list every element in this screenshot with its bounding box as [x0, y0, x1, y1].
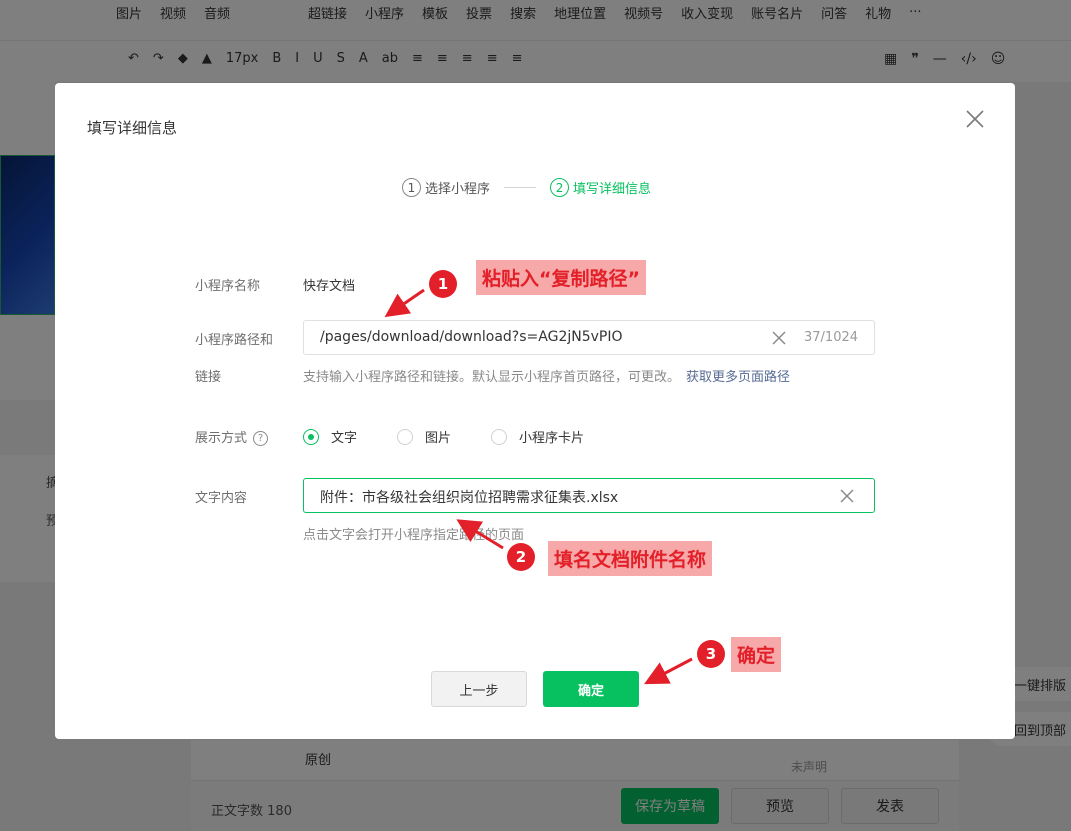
name-label: 小程序名称: [195, 279, 261, 294]
path-hint: 支持输入小程序路径和链接。默认显示小程序首页路径，可更改。 获取更多页面路径: [303, 366, 790, 385]
path-input-value[interactable]: /pages/download/download?s=AG2jN5vPIO: [320, 329, 623, 345]
clear-icon[interactable]: [770, 329, 788, 347]
more-paths-link[interactable]: 获取更多页面路径: [686, 370, 790, 385]
step-label: 选择小程序: [425, 182, 491, 197]
step-number: 1: [402, 178, 421, 197]
stepper: 1 选择小程序 2 填写详细信息: [402, 178, 651, 197]
radio-image[interactable]: 图片: [397, 427, 451, 446]
name-value: 快存文档: [303, 279, 356, 294]
help-icon[interactable]: ?: [253, 431, 269, 446]
text-content-label: 文字内容: [195, 491, 248, 506]
prev-step-button[interactable]: 上一步: [431, 671, 527, 707]
radio-label: 图片: [425, 431, 452, 446]
miniprogram-detail-dialog: 填写详细信息 1 选择小程序 2 填写详细信息 小程序名称 快存文档 小程序路径…: [55, 83, 1015, 739]
radio-dot[interactable]: [491, 428, 508, 445]
annotation-label-3: 确定: [731, 637, 782, 672]
annotation-label-1: 粘贴入“复制路径”: [476, 260, 646, 295]
radio-dot[interactable]: [397, 428, 414, 445]
step-fill-details: 2 填写详细信息: [550, 178, 651, 197]
close-icon[interactable]: [961, 105, 989, 133]
path-counter: 37/1024: [804, 330, 859, 345]
text-content-input[interactable]: 附件：市各级社会组织岗位招聘需求征集表.xlsx: [303, 478, 875, 513]
text-content-hint: 点击文字会打开小程序指定路径的页面: [303, 528, 525, 543]
step-divider: [504, 187, 537, 188]
display-label: 展示方式?: [195, 427, 269, 446]
radio-dot-selected[interactable]: [303, 428, 319, 445]
text-content-value[interactable]: 附件：市各级社会组织岗位招聘需求征集表.xlsx: [320, 487, 618, 507]
radio-text[interactable]: 文字: [303, 427, 357, 446]
confirm-button[interactable]: 确定: [543, 671, 639, 707]
radio-card[interactable]: 小程序卡片: [491, 427, 584, 446]
path-hint-text: 支持输入小程序路径和链接。默认显示小程序首页路径，可更改。: [303, 370, 681, 385]
dialog-title: 填写详细信息: [87, 119, 178, 137]
annotation-number-1: 1: [429, 270, 457, 298]
display-label-text: 展示方式: [195, 431, 248, 446]
display-radio-group: 文字 图片 小程序卡片: [303, 427, 624, 446]
annotation-number-2: 2: [507, 543, 535, 571]
annotation-number-3: 3: [697, 640, 725, 668]
path-label-line2: 链接: [195, 370, 222, 385]
step-number: 2: [550, 178, 570, 197]
radio-label: 文字: [331, 431, 358, 446]
step-label: 填写详细信息: [573, 182, 652, 197]
path-input[interactable]: /pages/download/download?s=AG2jN5vPIO 37…: [303, 320, 875, 355]
clear-icon[interactable]: [838, 487, 856, 505]
step-select-miniprogram: 1 选择小程序: [402, 178, 490, 197]
radio-label: 小程序卡片: [519, 431, 585, 446]
path-label-line1: 小程序路径和: [195, 333, 274, 348]
annotation-label-2: 填名文档附件名称: [548, 541, 713, 576]
